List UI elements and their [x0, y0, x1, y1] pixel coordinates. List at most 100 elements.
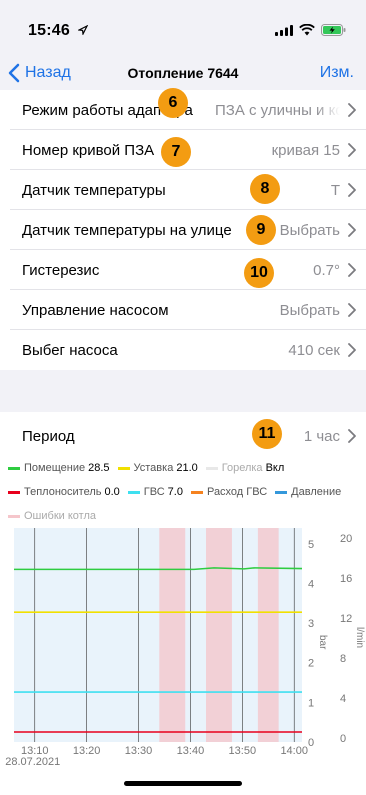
chevron-right-icon	[348, 103, 356, 117]
legend-name: Давление	[291, 486, 342, 498]
x-date-label: 28.07.2021	[5, 756, 60, 768]
x-tick-label: 13:20	[73, 745, 101, 757]
setting-value: кривая 15	[271, 142, 340, 159]
chevron-right-icon	[348, 143, 356, 157]
status-icons	[275, 24, 346, 36]
legend-item-room[interactable]: Помещение 28.5	[8, 462, 110, 474]
legend-item-setpoint[interactable]: Уставка 21.0	[117, 462, 198, 474]
chart-svg: 012345bar048121620l/min13:10 13:20 13:30 13…	[5, 528, 365, 768]
legend-swatch	[117, 466, 130, 470]
y-right-tick-label: 0	[340, 733, 346, 745]
x-tick-label: 13:30	[125, 745, 153, 757]
legend-swatch	[8, 490, 20, 494]
settings-list: Режим работы адаптера ПЗА с уличны и ком…	[0, 90, 366, 370]
legend-value: 7.0	[167, 486, 183, 498]
setting-label: Выбег насоса	[22, 342, 118, 359]
x-tick-label: 13:40	[177, 745, 205, 757]
chevron-right-icon	[348, 303, 356, 317]
setting-value: Выбрать	[279, 302, 340, 319]
setting-label: Датчик температуры на улице	[22, 222, 232, 239]
setting-label: Номер кривой ПЗА	[22, 142, 155, 159]
home-indicator	[124, 781, 242, 786]
section-separator	[0, 370, 366, 412]
legend-item-burner[interactable]: Горелка Вкл	[205, 462, 285, 474]
y-left-tick-label: 1	[308, 697, 314, 709]
setting-value: 410 сек	[288, 342, 340, 359]
y-right-axis-label: l/min	[354, 627, 365, 648]
nav-bar: Назад Отопление 7644 Изм.	[0, 58, 366, 90]
period-label: Период	[22, 428, 75, 445]
legend-value: 21.0	[176, 462, 198, 474]
setting-row-pump-control[interactable]: Управление насосом Выбрать	[10, 290, 366, 330]
legend-name: Уставка	[133, 462, 174, 474]
y-right-tick-label: 16	[340, 573, 352, 585]
status-time: 15:46	[28, 22, 88, 40]
error-band	[257, 528, 279, 742]
chevron-right-icon	[348, 183, 356, 197]
wifi-icon	[299, 24, 315, 36]
status-time-text: 15:46	[28, 22, 70, 39]
y-left-tick-label: 0	[308, 737, 314, 749]
annotation-badge: 9	[246, 215, 276, 245]
setting-label: Датчик температуры	[22, 182, 166, 199]
legend-name: Теплоноситель	[24, 486, 102, 498]
legend-swatch	[8, 514, 20, 518]
setting-row-hysteresis[interactable]: Гистерезис 0.7°	[10, 250, 366, 290]
history-chart: 0 1 2 3 4 5 bar 0 4 8 12 16 20 l/min 13:10 13:20 13:30 13…	[0, 520, 366, 770]
setting-row-outdoor-sensor[interactable]: Датчик температуры на улице Выбрать	[10, 210, 366, 250]
y-right-tick-label: 4	[340, 693, 346, 705]
battery-charging-icon	[321, 24, 346, 36]
setting-row-temp-sensor[interactable]: Датчик температуры Т	[10, 170, 366, 210]
setting-row-pump-overrun[interactable]: Выбег насоса 410 сек	[10, 330, 366, 370]
legend-name: Расход ГВС	[206, 486, 268, 498]
x-tick-label: 13:50	[229, 745, 257, 757]
setting-value: ПЗА с уличны и комнатным	[215, 102, 340, 119]
y-left-tick-label: 4	[308, 578, 314, 590]
legend-item-coolant[interactable]: Теплоноситель 0.0	[8, 486, 120, 498]
y-left-tick-label: 5	[308, 539, 314, 551]
period-value: 1 час	[303, 428, 340, 445]
legend-swatch	[275, 490, 288, 494]
error-band	[159, 528, 186, 742]
setting-value: Т	[330, 182, 340, 199]
legend-swatch	[8, 466, 20, 470]
legend-name: Горелка	[221, 462, 263, 474]
y-left-tick-label: 3	[308, 618, 314, 630]
chevron-right-icon	[348, 223, 356, 237]
setting-row-adapter-mode[interactable]: Режим работы адаптера ПЗА с уличны и ком…	[10, 90, 366, 130]
period-row[interactable]: Период 1 час	[0, 412, 366, 454]
legend-value: 0.0	[104, 486, 120, 498]
y-left-tick-label: 2	[308, 658, 314, 670]
location-arrow-icon	[76, 24, 88, 37]
status-bar: 15:46	[0, 0, 366, 58]
legend-swatch	[190, 490, 203, 494]
chevron-right-icon	[348, 263, 356, 277]
legend-value: 28.5	[88, 462, 110, 474]
annotation-badge: 8	[250, 174, 280, 204]
cellular-signal-icon	[275, 24, 293, 36]
legend-swatch	[205, 466, 218, 470]
legend-swatch	[127, 490, 140, 494]
error-band	[206, 528, 232, 742]
legend-item-dhw[interactable]: ГВС 7.0	[127, 486, 183, 498]
annotation-badge: 7	[161, 137, 191, 167]
legend-item-pressure[interactable]: Давление	[275, 486, 341, 498]
chevron-right-icon	[348, 429, 356, 443]
legend-value: Вкл	[265, 462, 285, 474]
y-right-tick-label: 12	[340, 613, 352, 625]
setting-value: 0.7°	[313, 262, 340, 279]
legend-item-dhw-flow[interactable]: Расход ГВС	[190, 486, 268, 498]
legend-name: ГВС	[143, 486, 165, 498]
y-right-tick-label: 8	[340, 653, 346, 665]
annotation-badge: 10	[244, 258, 274, 288]
chevron-right-icon	[348, 343, 356, 357]
y-left-axis-label: bar	[317, 635, 328, 650]
setting-label: Управление насосом	[22, 302, 169, 319]
annotation-badge: 6	[158, 88, 188, 118]
x-tick-label: 14:00	[280, 745, 308, 757]
setting-label: Гистерезис	[22, 262, 100, 279]
setting-value: Выбрать	[279, 222, 340, 239]
chart-legend: Помещение 28.5 Уставка 21.0 Горелка Вкл Теп…	[8, 456, 364, 528]
legend-name: Помещение	[24, 462, 86, 474]
edit-button[interactable]: Изм.	[320, 64, 354, 82]
